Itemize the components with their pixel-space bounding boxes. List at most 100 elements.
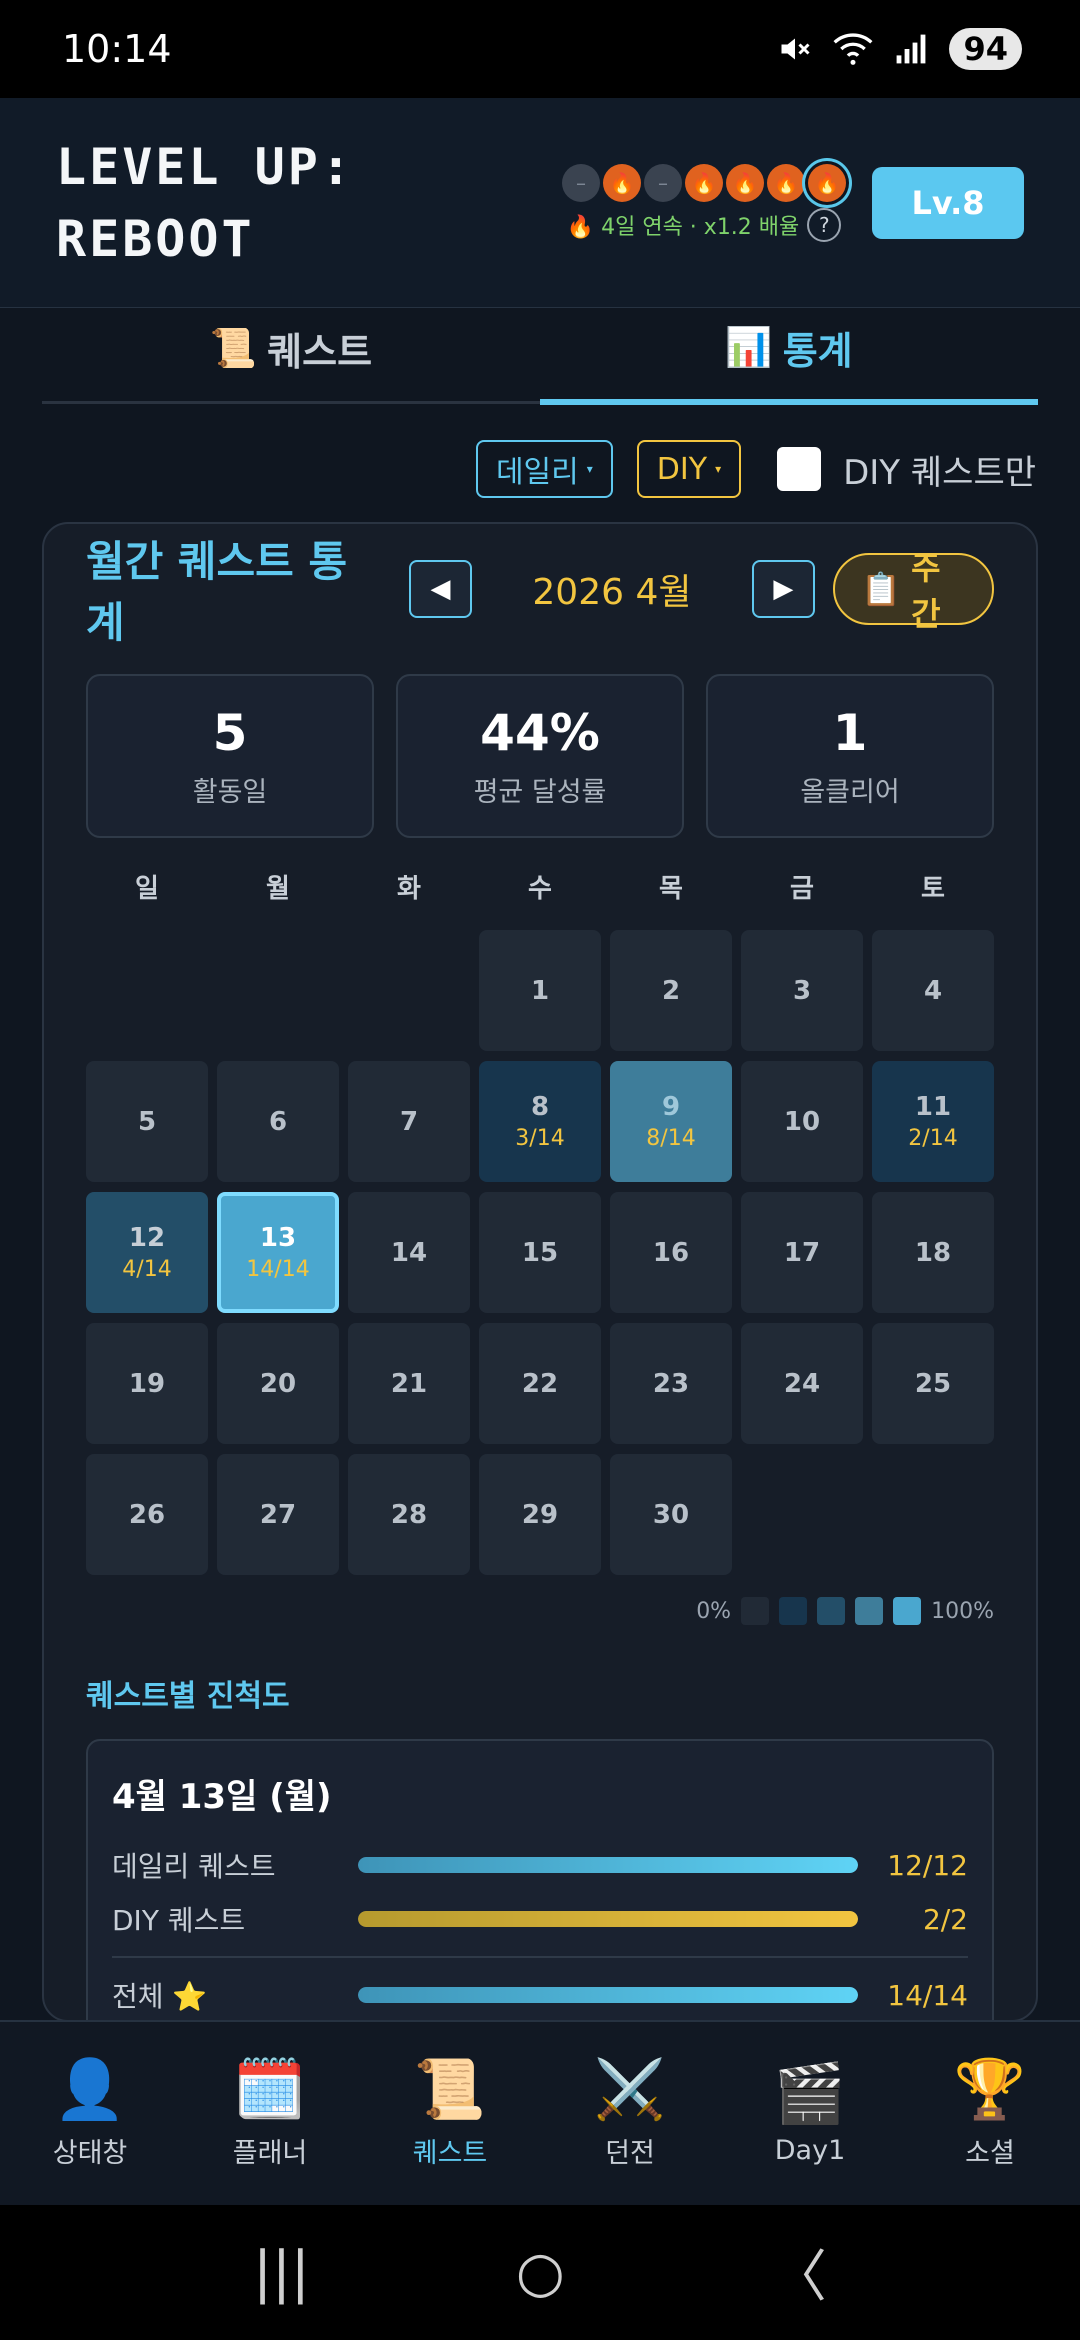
nav-item-label: 퀘스트 bbox=[412, 2138, 488, 2169]
weekly-view-button[interactable]: 📋 주간 bbox=[833, 549, 994, 633]
day-number: 21 bbox=[390, 1368, 428, 1399]
day-number: 14 bbox=[390, 1237, 428, 1268]
calendar-blank bbox=[217, 930, 339, 1051]
calendar-day[interactable]: 8 3/14 bbox=[479, 1061, 601, 1182]
calendar-day[interactable]: 26 bbox=[86, 1454, 208, 1575]
calendar-day[interactable]: 12 4/14 bbox=[86, 1192, 208, 1313]
calendar-day[interactable]: 30 bbox=[610, 1454, 732, 1575]
diy-only-toggle[interactable]: DIY 퀘스트만 bbox=[777, 445, 1036, 494]
streak-dot-empty: – bbox=[562, 163, 600, 202]
calendar-day[interactable]: 11 2/14 bbox=[872, 1061, 994, 1182]
calendar-day[interactable]: 5 bbox=[86, 1061, 208, 1182]
diy-only-label: DIY 퀘스트만 bbox=[843, 452, 1036, 493]
day-number: 30 bbox=[652, 1499, 690, 1530]
next-month-button[interactable]: ▶ bbox=[751, 560, 816, 618]
stat-active-days: 5 활동일 bbox=[86, 674, 374, 838]
progress-divider bbox=[112, 1956, 968, 1958]
progress-value: 12/12 bbox=[887, 1848, 968, 1882]
swords-icon: ⚔️ bbox=[593, 2055, 667, 2123]
calendar-day[interactable]: 19 bbox=[86, 1323, 208, 1444]
nav-item-quest[interactable]: 📜 퀘스트 bbox=[360, 2022, 540, 2205]
progress-value: 14/14 bbox=[887, 1978, 968, 2012]
progress-fill bbox=[358, 1857, 858, 1873]
app-header: LEVEL UP: REBOOT – 🔥 – 🔥 🔥 🔥 🔥 🔥 4일 연속 · x1.2 … bbox=[0, 98, 1080, 308]
nav-item-planner[interactable]: 🗓️ 플래너 bbox=[180, 2022, 360, 2205]
calendar-blank bbox=[348, 930, 470, 1051]
calendar-day[interactable]: 18 bbox=[872, 1192, 994, 1313]
calendar-day[interactable]: 28 bbox=[348, 1454, 470, 1575]
weekday-label: 일 bbox=[135, 874, 159, 904]
back-button[interactable]: 〈 bbox=[771, 2232, 827, 2313]
calendar-day[interactable]: 16 bbox=[610, 1192, 732, 1313]
trophy-icon: 🏆 bbox=[953, 2055, 1027, 2123]
status-time: 10:14 bbox=[62, 27, 172, 71]
day-number: 2 bbox=[661, 975, 681, 1006]
calendar-day[interactable]: 6 bbox=[217, 1061, 339, 1182]
day-progress: 3/14 bbox=[515, 1126, 565, 1151]
day-number: 3 bbox=[792, 975, 812, 1006]
tab-stats[interactable]: 📊 통계 bbox=[540, 308, 1038, 405]
legend-swatch bbox=[741, 1597, 770, 1625]
progress-label: 데일리 퀘스트 bbox=[112, 1850, 276, 1883]
calendar-day[interactable]: 22 bbox=[479, 1323, 601, 1444]
nav-item-social[interactable]: 🏆 소셜 bbox=[900, 2022, 1080, 2205]
day-number: 23 bbox=[652, 1368, 690, 1399]
app-title-line1: LEVEL UP: bbox=[56, 137, 354, 196]
calendar-day[interactable]: 17 bbox=[741, 1192, 863, 1313]
daily-filter-select[interactable]: 데일리 ▾ bbox=[475, 440, 613, 498]
calendar-day[interactable]: 25 bbox=[872, 1323, 994, 1444]
nav-item-dungeon[interactable]: ⚔️ 던전 bbox=[540, 2022, 720, 2205]
day-number: 25 bbox=[914, 1368, 952, 1399]
legend-swatch bbox=[893, 1597, 922, 1625]
fire-icon: 🔥 bbox=[603, 163, 641, 202]
day-number: 8 bbox=[530, 1092, 550, 1122]
calendar-day[interactable]: 20 bbox=[217, 1323, 339, 1444]
app-title: LEVEL UP: REBOOT bbox=[56, 131, 354, 275]
tab-stats-label: 통계 bbox=[782, 329, 853, 373]
progress-bar bbox=[358, 1987, 858, 2003]
progress-label: 전체 ⭐ bbox=[112, 1980, 208, 2013]
day-number: 24 bbox=[783, 1368, 821, 1399]
day-progress: 2/14 bbox=[908, 1126, 958, 1151]
calendar-day[interactable]: 1 bbox=[479, 930, 601, 1051]
calendar-day[interactable]: 13 14/14 bbox=[217, 1192, 339, 1313]
month-label: 2026 4월 bbox=[532, 572, 692, 613]
weekly-view-label: 주간 bbox=[911, 549, 941, 633]
weekday-label: 토 bbox=[921, 874, 945, 904]
streak-info: 🔥 4일 연속 · x1.2 배율 ? bbox=[567, 207, 842, 242]
calendar-day[interactable]: 27 bbox=[217, 1454, 339, 1575]
legend-swatch bbox=[817, 1597, 846, 1625]
nav-item-status[interactable]: 👤 상태창 bbox=[0, 2022, 180, 2205]
nav-item-label: Day1 bbox=[774, 2135, 846, 2166]
calendar-day[interactable]: 2 bbox=[610, 930, 732, 1051]
calendar-day[interactable]: 10 bbox=[741, 1061, 863, 1182]
calendar-day[interactable]: 4 bbox=[872, 930, 994, 1051]
calendar-day[interactable]: 14 bbox=[348, 1192, 470, 1313]
calendar-day[interactable]: 7 bbox=[348, 1061, 470, 1182]
prev-month-button[interactable]: ◀ bbox=[408, 560, 473, 618]
level-badge[interactable]: Lv.8 bbox=[872, 166, 1024, 239]
calendar-day[interactable]: 23 bbox=[610, 1323, 732, 1444]
help-button[interactable]: ? bbox=[807, 207, 842, 242]
calendar-day[interactable]: 9 8/14 bbox=[610, 1061, 732, 1182]
daily-filter-label: 데일리 bbox=[495, 455, 579, 490]
stat-avg-rate: 44% 평균 달성률 bbox=[396, 674, 684, 838]
stat-label: 올클리어 bbox=[800, 776, 900, 808]
main-tabs: 📜 퀘스트 📊 통계 bbox=[42, 308, 1038, 405]
calendar-day[interactable]: 21 bbox=[348, 1323, 470, 1444]
diy-only-checkbox[interactable] bbox=[777, 447, 822, 491]
home-button[interactable]: ○ bbox=[516, 2240, 565, 2305]
progress-fill bbox=[358, 1911, 858, 1927]
streak-dots: – 🔥 – 🔥 🔥 🔥 🔥 bbox=[562, 163, 846, 202]
calendar-day[interactable]: 29 bbox=[479, 1454, 601, 1575]
recents-button[interactable]: ||| bbox=[253, 2240, 310, 2305]
legend-min-label: 0% bbox=[696, 1598, 732, 1624]
legend-max-label: 100% bbox=[931, 1598, 994, 1624]
nav-item-day1[interactable]: 🎬 Day1 bbox=[720, 2022, 900, 2205]
tab-quest[interactable]: 📜 퀘스트 bbox=[42, 308, 540, 401]
calendar-day[interactable]: 3 bbox=[741, 930, 863, 1051]
calendar-day[interactable]: 24 bbox=[741, 1323, 863, 1444]
calendar-day[interactable]: 15 bbox=[479, 1192, 601, 1313]
stat-all-clear: 1 올클리어 bbox=[706, 674, 994, 838]
diy-filter-select[interactable]: DIY ▾ bbox=[636, 440, 742, 498]
